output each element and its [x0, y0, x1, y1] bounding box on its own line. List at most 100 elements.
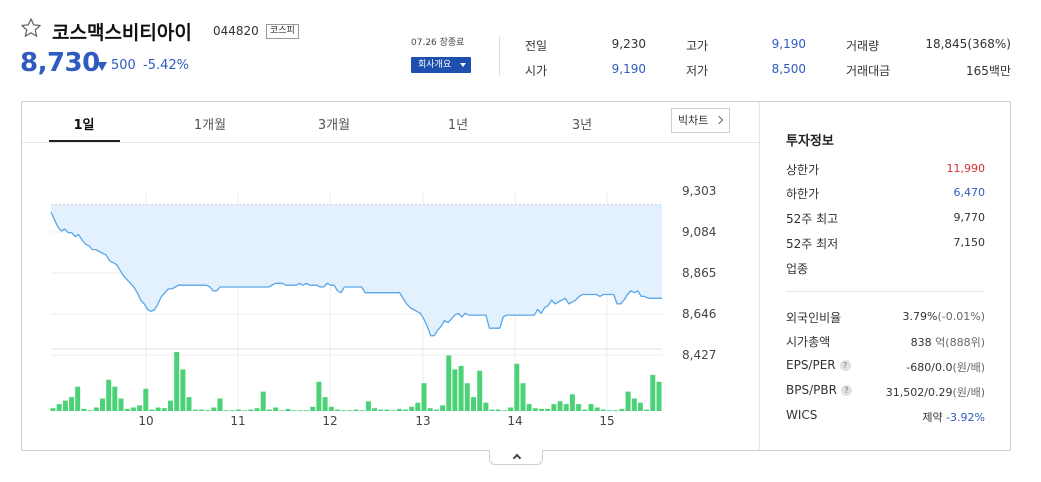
volume-bar [656, 381, 662, 411]
eps-per-label: EPS/PER? [786, 358, 851, 372]
volume-value: 18,845(368%) [925, 37, 1011, 51]
market-cap-label: 시가총액 [786, 335, 831, 349]
volume-bar [545, 408, 551, 411]
volume-bar [539, 408, 544, 411]
volume-bar [198, 409, 204, 411]
volume-bar [137, 405, 143, 411]
wics-label: WICS [786, 408, 818, 422]
help-icon[interactable]: ? [839, 360, 851, 371]
volume-bar [365, 401, 371, 411]
volume-bar [631, 398, 637, 411]
x-tick-label: 14 [507, 414, 522, 428]
volume-bar [161, 408, 167, 411]
volume-bar [297, 410, 303, 412]
tab-3month[interactable]: 3개월 [318, 114, 350, 133]
volume-bar [174, 352, 180, 411]
lower-limit-value: 6,470 [953, 186, 986, 199]
volume-bar [390, 410, 396, 412]
volume-bar [588, 404, 594, 411]
volume-bar [168, 400, 173, 411]
help-icon[interactable]: ? [840, 385, 852, 396]
volume-bar [266, 409, 272, 411]
volume-bar [223, 410, 229, 412]
caret-down-icon [460, 63, 466, 67]
collapse-chart-button[interactable] [489, 450, 543, 465]
volume-bar [322, 397, 328, 411]
volume-bar [69, 397, 75, 411]
open-label: 시가 [525, 64, 548, 78]
volume-bar [637, 402, 643, 411]
volume-bar [576, 404, 582, 411]
bps-pbr-label: BPS/PBR? [786, 383, 852, 397]
y-tick-label: 8,427 [682, 348, 716, 362]
bps-pbr-text: BPS/PBR [786, 383, 837, 397]
volume-bar [396, 408, 402, 411]
volume-bar [489, 409, 495, 411]
volume-bar [75, 386, 81, 411]
tab-1day[interactable]: 1일 [73, 114, 94, 133]
y-tick-label: 8,646 [682, 307, 716, 321]
bps-pbr-main: 31,502/0.29 [885, 386, 953, 399]
price-area [51, 204, 662, 336]
volume-bar [477, 370, 483, 411]
volume-bar [118, 398, 124, 411]
volume-bar [619, 408, 625, 411]
volume-bar [650, 374, 656, 411]
volume-bar [557, 401, 563, 411]
x-tick-label: 12 [322, 414, 337, 428]
volume-bar [217, 398, 223, 411]
volume-bar [180, 369, 186, 411]
volume-bar [50, 408, 56, 411]
volume-bar [124, 408, 130, 411]
high-label: 고가 [686, 39, 709, 53]
volume-bar [594, 407, 600, 411]
volume-bar [260, 391, 266, 411]
y-tick-label: 8,865 [682, 266, 716, 280]
favorite-star-icon[interactable] [20, 17, 42, 39]
wics-sector: 제약 [922, 411, 943, 424]
x-tick-label: 13 [415, 414, 430, 428]
intraday-chart[interactable]: 9,303 9,084 8,865 8,646 8,427 10 11 12 13 14 15 [22, 143, 759, 450]
lower-limit-label: 하한가 [786, 187, 820, 201]
period-tabs: 1일 1개월 3개월 1년 3년 빅차트 [22, 102, 759, 142]
x-tick-label: 11 [230, 414, 245, 428]
stock-header: 코스맥스비티아이 044820 코스피 8,730 500 -5.42% [20, 16, 410, 86]
volume-bar [495, 409, 501, 411]
volume-bar [341, 410, 347, 412]
low52-label: 52주 최저 [786, 237, 839, 251]
down-arrow-icon [97, 62, 107, 71]
wics-value: 제약 -3.92% [922, 409, 985, 425]
info-divider [786, 291, 985, 292]
stock-name: 코스맥스비티아이 [52, 22, 192, 44]
company-overview-button[interactable]: 회사개요 [411, 57, 471, 73]
volume-bar [254, 408, 260, 411]
volume-bar [304, 410, 309, 412]
volume-bar [87, 410, 93, 412]
volume-bar [93, 407, 99, 411]
big-chart-button[interactable]: 빅차트 [671, 108, 730, 133]
volume-bar [310, 406, 316, 411]
volume-bar [471, 397, 476, 411]
tab-1year[interactable]: 1년 [448, 114, 468, 133]
chevron-up-icon [512, 453, 522, 463]
high52-label: 52주 최고 [786, 212, 839, 226]
low-value: 8,500 [771, 62, 806, 76]
current-price: 8,730 [20, 48, 100, 78]
big-chart-label: 빅차트 [678, 114, 709, 127]
volume-bar [229, 410, 235, 412]
volume-bar [334, 409, 340, 411]
tab-3year[interactable]: 3년 [572, 114, 592, 133]
volume-bar [526, 404, 532, 411]
volume-bar [372, 408, 378, 411]
trade-amount-label: 거래대금 [846, 64, 891, 78]
tab-1month[interactable]: 1개월 [194, 114, 226, 133]
x-tick-label: 15 [599, 414, 614, 428]
industry-label: 업종 [786, 262, 809, 276]
upper-limit-value: 11,990 [946, 162, 986, 175]
volume-bar [130, 407, 136, 411]
market-cap-main: 838 [910, 336, 932, 349]
low-label: 저가 [686, 64, 709, 78]
volume-bar [625, 391, 631, 411]
volume-bar [600, 409, 606, 411]
volume-bar [514, 363, 520, 411]
